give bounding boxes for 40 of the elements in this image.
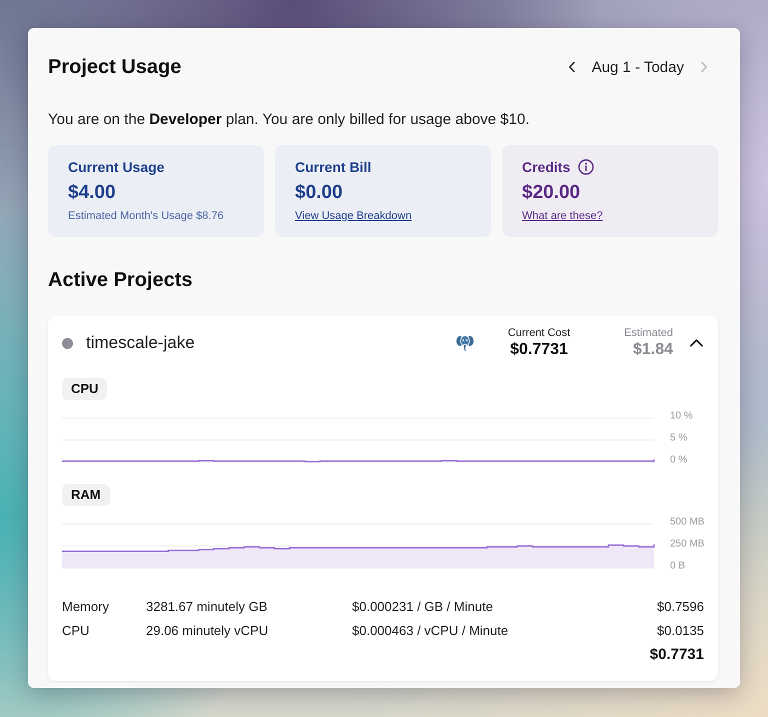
date-range-label: Aug 1 - Today (592, 58, 684, 76)
card-link[interactable]: View Usage Breakdown (295, 209, 412, 223)
elephant-icon (456, 334, 474, 352)
chevron-left-icon (568, 61, 576, 73)
table-cell-text: CPU (62, 622, 90, 640)
table-cell-text: 29.06 minutely vCPU (146, 622, 270, 640)
table-cell-text: $0.7596 (657, 598, 704, 616)
info-icon[interactable] (578, 159, 594, 175)
y-axis-label: 500 MB (670, 516, 704, 528)
table-cell-text: Memory (62, 598, 110, 616)
card-note: Estimated Month's Usage $8.76 (68, 209, 224, 223)
y-axis-label: 10 % (670, 410, 693, 422)
chevron-right-icon (700, 61, 708, 73)
estimated-value: $1.84 (632, 340, 673, 360)
y-axis-label: 0 % (670, 454, 688, 466)
card-value: $4.00 (68, 181, 116, 205)
card-label: Current Bill (295, 158, 372, 176)
card-value: $20.00 (522, 181, 580, 205)
card-label: Current Usage (68, 158, 164, 176)
current-cost-value: $0.7731 (510, 340, 568, 360)
chart-title: RAM (62, 484, 110, 506)
section-title: Active Projects (48, 268, 194, 293)
estimated-label: Estimated (624, 326, 673, 340)
y-axis-label: 5 % (670, 432, 688, 444)
total-cost: $0.7731 (650, 645, 704, 665)
table-cell-text: $0.000231 / GB / Minute (352, 598, 494, 616)
y-axis-label: 0 B (670, 560, 686, 572)
table-cell-text: 3281.67 minutely GB (146, 598, 268, 616)
table-cell-text: $0.0135 (657, 622, 704, 640)
project-name: timescale-jake (86, 333, 196, 353)
chart-title: CPU (62, 378, 108, 400)
plan-notice: You are on the Developer plan. You are only billed for usage above $10. (48, 110, 530, 130)
card-link[interactable]: What are these? (522, 209, 603, 223)
table-cell-text: $0.000463 / vCPU / Minute (352, 622, 510, 640)
current-cost-label: Current Cost (508, 326, 570, 340)
card-label: Credits (522, 158, 570, 176)
page-title: Project Usage (48, 55, 182, 80)
card-value: $0.00 (295, 181, 343, 205)
chevron-up-icon (690, 339, 702, 347)
y-axis-label: 250 MB (670, 538, 704, 550)
